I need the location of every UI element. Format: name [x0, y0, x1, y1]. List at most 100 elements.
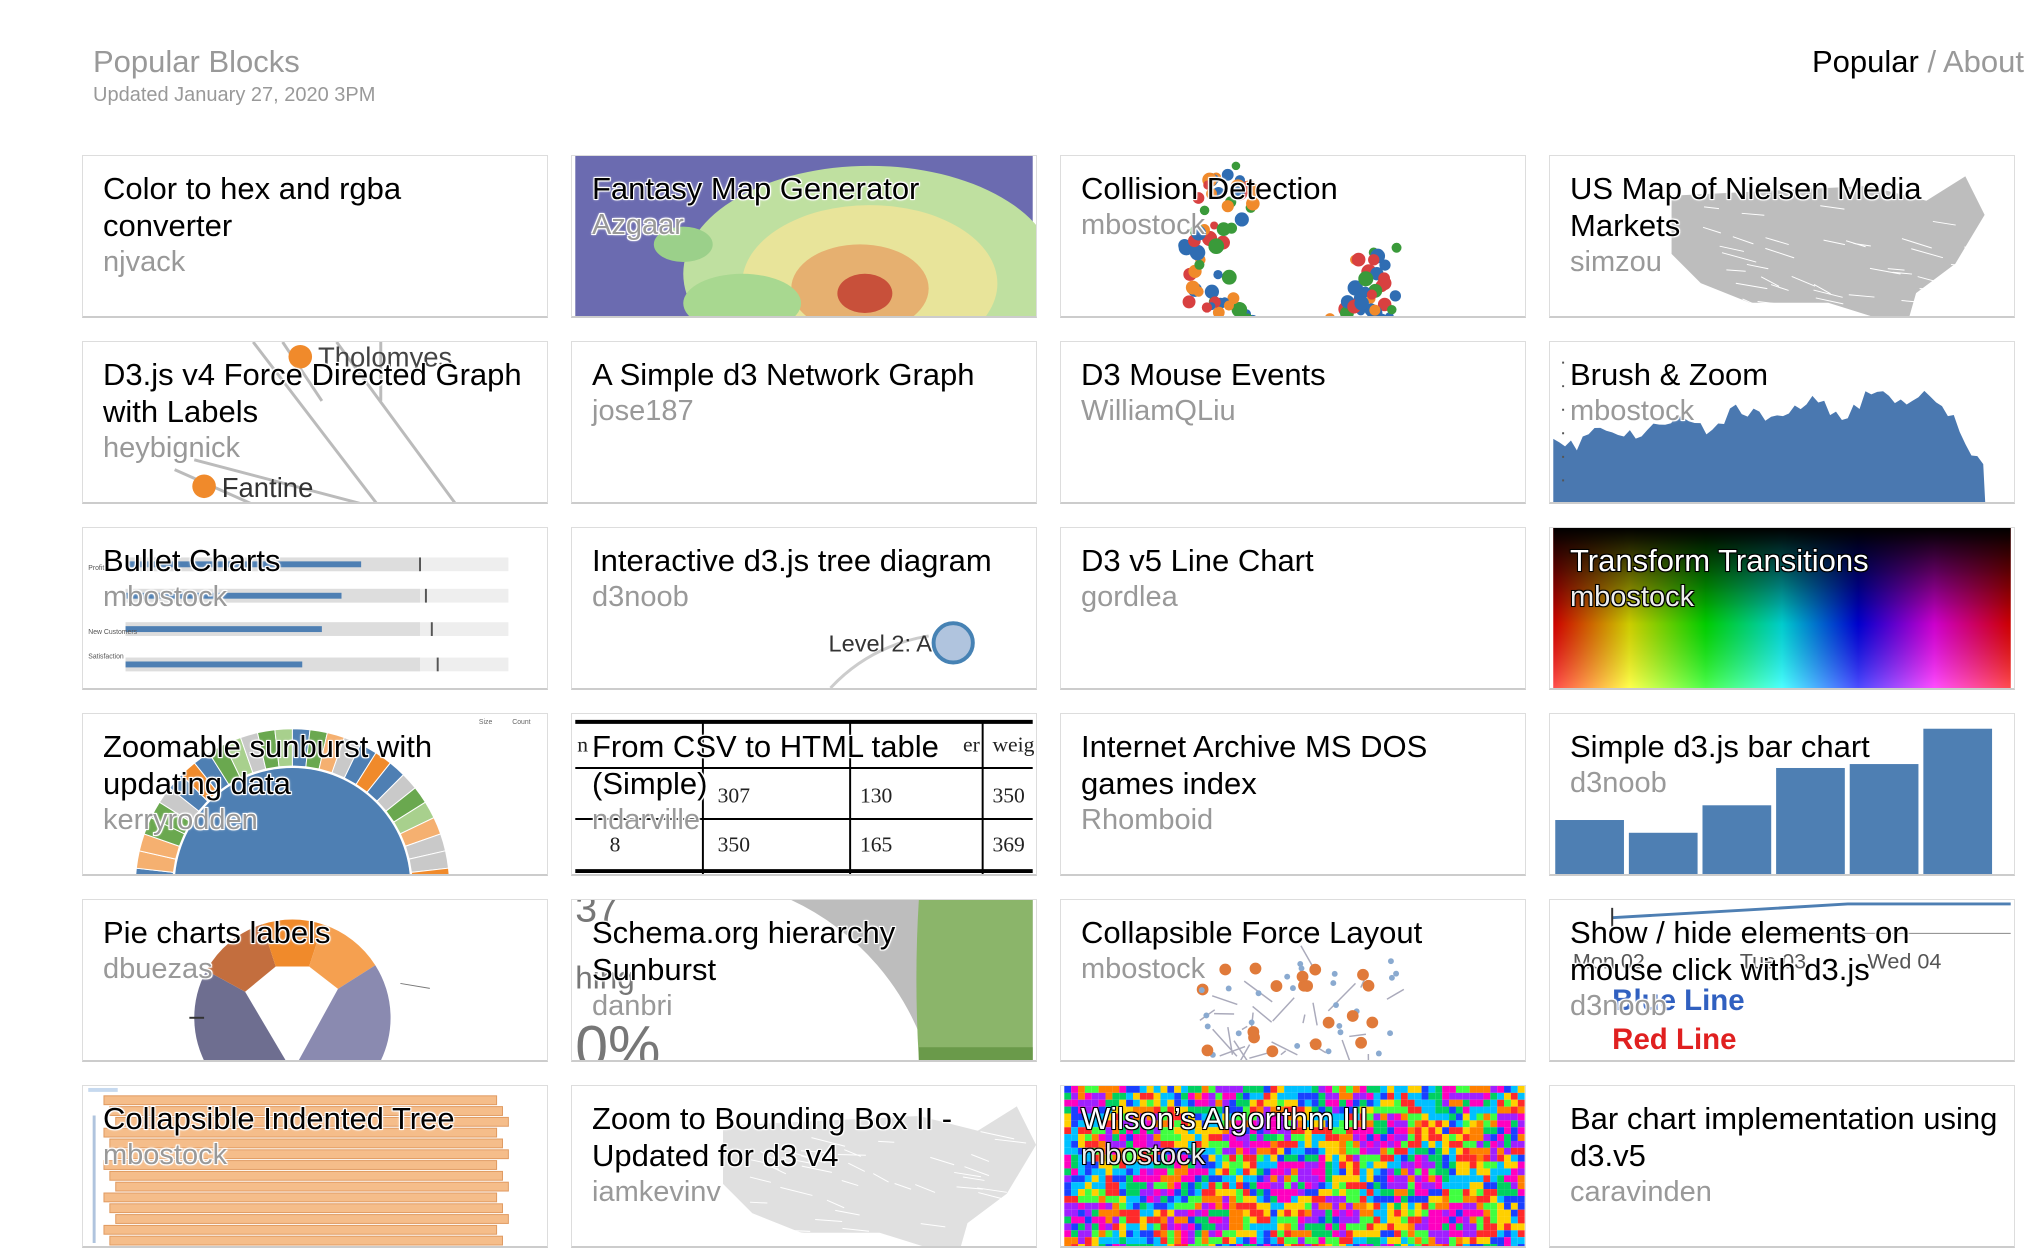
block-author[interactable]: njvack	[103, 244, 531, 281]
block-card[interactable]: 37 hing 0% Schema.org hierarchy Sunburst dan…	[571, 899, 1037, 1062]
block-author[interactable]: mbostock	[1570, 393, 1998, 430]
block-text: Show / hide elements on mouse click with…	[1570, 914, 1998, 1025]
block-text: Brush & Zoom mbostock	[1570, 356, 1998, 430]
block-card[interactable]: Wilson’s Algorithm III mbostock	[1060, 1085, 1526, 1248]
block-card[interactable]: Size Count Zoomable sunburst with updating…	[82, 713, 548, 876]
block-title[interactable]: D3 Mouse Events	[1081, 356, 1509, 393]
block-card[interactable]: Profit New Customers Satisfaction Bullet Ch…	[82, 527, 548, 690]
block-card[interactable]: Simple d3.js bar chart d3noob	[1549, 713, 2015, 876]
block-title[interactable]: Zoomable sunburst with updating data	[103, 728, 531, 802]
block-card[interactable]: Brush & Zoom mbostock	[1549, 341, 2015, 504]
block-title[interactable]: Transform Transitions	[1570, 542, 1998, 579]
thumbnail-label: Fantine	[222, 472, 314, 502]
block-title[interactable]: Internet Archive MS DOS games index	[1081, 728, 1509, 802]
block-title[interactable]: Simple d3.js bar chart	[1570, 728, 1998, 765]
block-author[interactable]: caravinden	[1570, 1174, 1998, 1211]
block-card[interactable]: n er weig 8 307 130 350 350 165 369 From CSV to HT…	[571, 713, 1037, 876]
block-title[interactable]: Interactive d3.js tree diagram	[592, 542, 1020, 579]
block-card[interactable]: Mon 02 Tue 03 Wed 04 Blue Line Red Line Show …	[1549, 899, 2015, 1062]
thumbnail-label: Profit	[88, 565, 104, 572]
block-title[interactable]: Bullet Charts	[103, 542, 531, 579]
block-card[interactable]: US Map of Nielsen Media Markets simzou	[1549, 155, 2015, 318]
block-text: Collision Detection mbostock	[1081, 170, 1509, 244]
block-text: Transform Transitions mbostock	[1570, 542, 1998, 616]
block-card[interactable]: Transform Transitions mbostock	[1549, 527, 2015, 690]
block-title[interactable]: D3 v5 Line Chart	[1081, 542, 1509, 579]
block-text: D3.js v4 Force Directed Graph with Label…	[103, 356, 531, 467]
block-text: Interactive d3.js tree diagram d3noob	[592, 542, 1020, 616]
block-author[interactable]: mbostock	[1081, 1137, 1509, 1174]
block-text: D3 v5 Line Chart gordlea	[1081, 542, 1509, 616]
block-card[interactable]: Tholomyes Fantine D3.js v4 Force Directed …	[82, 341, 548, 504]
block-author[interactable]: kerryrodden	[103, 802, 531, 839]
block-card[interactable]: D3 Mouse Events WilliamQLiu	[1060, 341, 1526, 504]
page-title: Popular Blocks	[93, 44, 300, 79]
block-title[interactable]: US Map of Nielsen Media Markets	[1570, 170, 1998, 244]
top-nav: Popular / About	[1812, 44, 2024, 80]
thumbnail-label: Level 2: A	[829, 631, 933, 657]
block-text: Zoomable sunburst with updating data kerr…	[103, 728, 531, 839]
block-card[interactable]: Collision Detection mbostock	[1060, 155, 1526, 318]
block-author[interactable]: jose187	[592, 393, 1020, 430]
block-author[interactable]: iamkevinv	[592, 1174, 1020, 1211]
block-title[interactable]: Collapsible Indented Tree	[103, 1100, 531, 1137]
thumbnail-label: n	[577, 732, 588, 756]
block-text: Collapsible Force Layout mbostock	[1081, 914, 1509, 988]
block-card[interactable]: Bar chart implementation using d3.v5 cara…	[1549, 1085, 2015, 1248]
block-text: Simple d3.js bar chart d3noob	[1570, 728, 1998, 802]
block-author[interactable]: d3noob	[592, 579, 1020, 616]
block-author[interactable]: ndarville	[592, 802, 1020, 839]
block-title[interactable]: Collapsible Force Layout	[1081, 914, 1509, 951]
block-card[interactable]: D3 v5 Line Chart gordlea	[1060, 527, 1526, 690]
block-card[interactable]: Pie charts labels dbuezas	[82, 899, 548, 1062]
block-title[interactable]: Collision Detection	[1081, 170, 1509, 207]
block-author[interactable]: danbri	[592, 988, 1020, 1025]
block-title[interactable]: Wilson’s Algorithm III	[1081, 1100, 1509, 1137]
block-title[interactable]: Bar chart implementation using d3.v5	[1570, 1100, 1998, 1174]
block-text: Schema.org hierarchy Sunburst danbri	[592, 914, 1020, 1025]
block-card[interactable]: Color to hex and rgba converter njvack	[82, 155, 548, 318]
block-author[interactable]: gordlea	[1081, 579, 1509, 616]
block-author[interactable]: WilliamQLiu	[1081, 393, 1509, 430]
block-title[interactable]: Brush & Zoom	[1570, 356, 1998, 393]
block-card[interactable]: Level 2: A Interactive d3.js tree diagram…	[571, 527, 1037, 690]
block-text: US Map of Nielsen Media Markets simzou	[1570, 170, 1998, 281]
block-author[interactable]: d3noob	[1570, 765, 1998, 802]
block-title[interactable]: Fantasy Map Generator	[592, 170, 1020, 207]
block-card[interactable]: Fantasy Map Generator Azgaar	[571, 155, 1037, 318]
block-card[interactable]: Collapsible Force Layout mbostock	[1060, 899, 1526, 1062]
block-author[interactable]: mbostock	[103, 579, 531, 616]
block-author[interactable]: dbuezas	[103, 951, 531, 988]
block-card[interactable]: Zoom to Bounding Box II - Updated for d3…	[571, 1085, 1037, 1248]
block-title[interactable]: Pie charts labels	[103, 914, 531, 951]
block-author[interactable]: mbostock	[1570, 579, 1998, 616]
block-author[interactable]: Rhomboid	[1081, 802, 1509, 839]
block-title[interactable]: Schema.org hierarchy Sunburst	[592, 914, 1020, 988]
thumbnail-label: Satisfaction	[88, 654, 124, 661]
block-text: Collapsible Indented Tree mbostock	[103, 1100, 531, 1174]
block-author[interactable]: Azgaar	[592, 207, 1020, 244]
thumbnail-label: Red Line	[1612, 1023, 1736, 1056]
block-text: Bar chart implementation using d3.v5 cara…	[1570, 1100, 1998, 1211]
block-author[interactable]: mbostock	[1081, 207, 1509, 244]
block-author[interactable]: d3noob	[1570, 988, 1998, 1025]
nav-about-link[interactable]: About	[1943, 44, 2024, 79]
block-author[interactable]: mbostock	[103, 1137, 531, 1174]
block-text: Fantasy Map Generator Azgaar	[592, 170, 1020, 244]
block-title[interactable]: A Simple d3 Network Graph	[592, 356, 1020, 393]
block-card[interactable]: Internet Archive MS DOS games index Rhomb…	[1060, 713, 1526, 876]
block-author[interactable]: simzou	[1570, 244, 1998, 281]
block-title[interactable]: Zoom to Bounding Box II - Updated for d3…	[592, 1100, 1020, 1174]
block-card[interactable]: Collapsible Indented Tree mbostock	[82, 1085, 548, 1248]
block-title[interactable]: From CSV to HTML table (Simple)	[592, 728, 1020, 802]
block-title[interactable]: D3.js v4 Force Directed Graph with Label…	[103, 356, 531, 430]
nav-popular-link[interactable]: Popular	[1812, 44, 1919, 79]
block-title[interactable]: Color to hex and rgba converter	[103, 170, 531, 244]
block-author[interactable]: heybignick	[103, 430, 531, 467]
block-author[interactable]: mbostock	[1081, 951, 1509, 988]
block-title[interactable]: Show / hide elements on mouse click with…	[1570, 914, 1998, 988]
block-card[interactable]: A Simple d3 Network Graph jose187	[571, 341, 1037, 504]
block-text: From CSV to HTML table (Simple) ndarville	[592, 728, 1020, 839]
block-text: D3 Mouse Events WilliamQLiu	[1081, 356, 1509, 430]
block-text: Internet Archive MS DOS games index Rhomb…	[1081, 728, 1509, 839]
